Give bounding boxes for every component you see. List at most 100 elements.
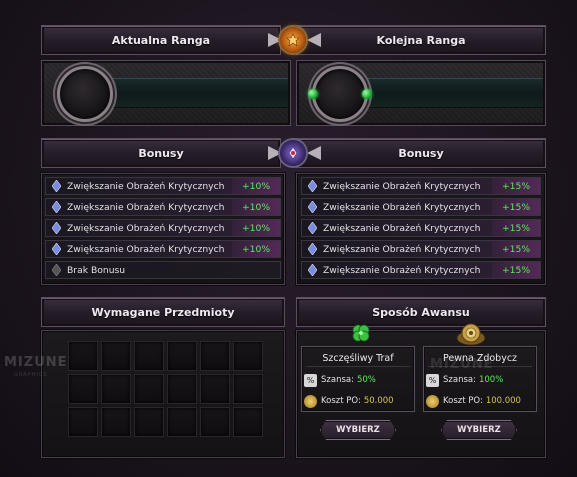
required-items-header: Wymagane Przedmioty bbox=[41, 297, 285, 327]
watermark-left: MIZUNE bbox=[4, 355, 68, 370]
next-rank-medallion-icon bbox=[312, 66, 368, 122]
list-item: Zwiększanie Obrażeń Krytycznych +15% bbox=[301, 177, 541, 195]
current-rank-label: Aktualna Ranga bbox=[111, 33, 211, 47]
green-gem-right-icon bbox=[362, 89, 372, 99]
next-rank-progress-bar bbox=[357, 78, 543, 108]
item-slot[interactable] bbox=[134, 341, 164, 371]
bonus-value: +10% bbox=[232, 220, 280, 236]
bonus-value: +15% bbox=[492, 199, 540, 215]
bonus-emblem-icon bbox=[280, 140, 306, 166]
required-items-title: Wymagane Przedmioty bbox=[91, 305, 235, 319]
current-rank-progress-bar bbox=[102, 78, 288, 108]
choose-lucky-button[interactable]: WYBIERZ bbox=[320, 420, 396, 440]
watermark-right: MIZUNE bbox=[430, 357, 494, 372]
bonus-value: +15% bbox=[492, 178, 540, 194]
item-slot[interactable] bbox=[200, 374, 230, 404]
current-bonus-header: Bonusy bbox=[41, 138, 281, 168]
watermark-left-sub: GRAPHICS bbox=[14, 372, 48, 378]
crystal-icon bbox=[50, 180, 62, 192]
item-slot[interactable] bbox=[233, 341, 263, 371]
cost-row: Koszt PO: 100.000 bbox=[426, 393, 532, 409]
bonus-value: +10% bbox=[232, 241, 280, 257]
current-bonus-list-panel: Zwiększanie Obrażeń Krytycznych +10% Zwi… bbox=[41, 173, 285, 285]
list-item: Zwiększanie Obrażeń Krytycznych +15% bbox=[301, 219, 541, 237]
current-bonus-title: Bonusy bbox=[138, 146, 184, 160]
coin-icon bbox=[426, 394, 439, 408]
item-slot[interactable] bbox=[134, 374, 164, 404]
cost-label: Koszt PO: bbox=[321, 396, 361, 406]
item-slot[interactable] bbox=[134, 407, 164, 437]
rank-emblem-icon bbox=[280, 27, 306, 53]
chance-label: Szansa: bbox=[443, 375, 476, 385]
crystal-icon bbox=[306, 201, 318, 213]
current-bonus-list: Zwiększanie Obrażeń Krytycznych +10% Zwi… bbox=[45, 177, 281, 282]
bonus-value: +15% bbox=[492, 220, 540, 236]
required-items-grid bbox=[68, 341, 263, 437]
item-slot[interactable] bbox=[101, 341, 131, 371]
green-gem-left-icon bbox=[308, 89, 318, 99]
crystal-icon bbox=[50, 222, 62, 234]
list-item-empty: Brak Bonusu bbox=[45, 261, 281, 279]
bonus-value: +15% bbox=[492, 241, 540, 257]
current-rank-header: Aktualna Ranga bbox=[41, 25, 281, 55]
bonus-label: Zwiększanie Obrażeń Krytycznych bbox=[67, 201, 225, 213]
item-slot[interactable] bbox=[68, 407, 98, 437]
item-slot[interactable] bbox=[200, 341, 230, 371]
clover-icon bbox=[350, 322, 372, 344]
coin-icon bbox=[304, 394, 317, 408]
item-slot[interactable] bbox=[200, 407, 230, 437]
list-item: Zwiększanie Obrażeń Krytycznych +15% bbox=[301, 261, 541, 279]
bonus-label: Zwiększanie Obrażeń Krytycznych bbox=[67, 243, 225, 255]
list-item: Zwiększanie Obrażeń Krytycznych +10% bbox=[45, 240, 281, 258]
chance-value: 50% bbox=[356, 375, 376, 385]
list-item: Zwiększanie Obrażeń Krytycznych +10% bbox=[45, 198, 281, 216]
crystal-icon bbox=[50, 243, 62, 255]
item-slot[interactable] bbox=[68, 374, 98, 404]
bonus-empty-label: Brak Bonusu bbox=[67, 264, 126, 276]
item-slot[interactable] bbox=[101, 407, 131, 437]
bonus-label: Zwiększanie Obrażeń Krytycznych bbox=[323, 243, 481, 255]
bonus-value: +10% bbox=[232, 178, 280, 194]
chance-value: 100% bbox=[478, 375, 504, 385]
current-rank-medallion-icon bbox=[57, 66, 113, 122]
bonus-label: Zwiększanie Obrażeń Krytycznych bbox=[323, 201, 481, 213]
list-item: Zwiększanie Obrażeń Krytycznych +15% bbox=[301, 240, 541, 258]
bonus-label: Zwiększanie Obrażeń Krytycznych bbox=[323, 180, 481, 192]
arrow-left-icon bbox=[307, 146, 321, 160]
bonus-label: Zwiększanie Obrażeń Krytycznych bbox=[67, 222, 225, 234]
item-slot[interactable] bbox=[233, 407, 263, 437]
crystal-icon bbox=[306, 222, 318, 234]
treasure-chest-icon bbox=[456, 322, 486, 346]
next-bonus-list: Zwiększanie Obrażeń Krytycznych +15% Zwi… bbox=[301, 177, 541, 282]
item-slot[interactable] bbox=[233, 374, 263, 404]
crystal-icon bbox=[50, 201, 62, 213]
chance-label: Szansa: bbox=[321, 375, 354, 385]
crystal-icon bbox=[306, 180, 318, 192]
bonus-label: Zwiększanie Obrażeń Krytycznych bbox=[323, 264, 481, 276]
cost-value: 50.000 bbox=[363, 396, 394, 406]
list-item: Zwiększanie Obrażeń Krytycznych +10% bbox=[45, 219, 281, 237]
required-items-panel bbox=[41, 330, 285, 458]
next-rank-panel bbox=[296, 60, 546, 126]
next-rank-header: Kolejna Ranga bbox=[296, 25, 546, 55]
item-slot[interactable] bbox=[68, 341, 98, 371]
next-rank-label: Kolejna Ranga bbox=[376, 33, 466, 47]
crystal-icon bbox=[306, 264, 318, 276]
item-slot[interactable] bbox=[167, 341, 197, 371]
method-title: Szczęśliwy Traf bbox=[306, 351, 410, 367]
next-bonus-header: Bonusy bbox=[296, 138, 546, 168]
next-bonus-list-panel: Zwiększanie Obrażeń Krytycznych +15% Zwi… bbox=[296, 173, 546, 285]
item-slot[interactable] bbox=[167, 374, 197, 404]
chance-row: % Szansa: 50% bbox=[304, 372, 410, 388]
advance-method-header: Sposób Awansu bbox=[296, 297, 546, 327]
cost-row: Koszt PO: 50.000 bbox=[304, 393, 410, 409]
item-slot[interactable] bbox=[167, 407, 197, 437]
item-slot[interactable] bbox=[101, 374, 131, 404]
bonus-label: Zwiększanie Obrażeń Krytycznych bbox=[67, 180, 225, 192]
percent-icon: % bbox=[304, 373, 317, 387]
choose-sure-button[interactable]: WYBIERZ bbox=[441, 420, 517, 440]
arrow-left-icon bbox=[307, 33, 321, 47]
current-rank-panel bbox=[41, 60, 291, 126]
cost-label: Koszt PO: bbox=[443, 396, 483, 406]
crystal-icon bbox=[306, 243, 318, 255]
